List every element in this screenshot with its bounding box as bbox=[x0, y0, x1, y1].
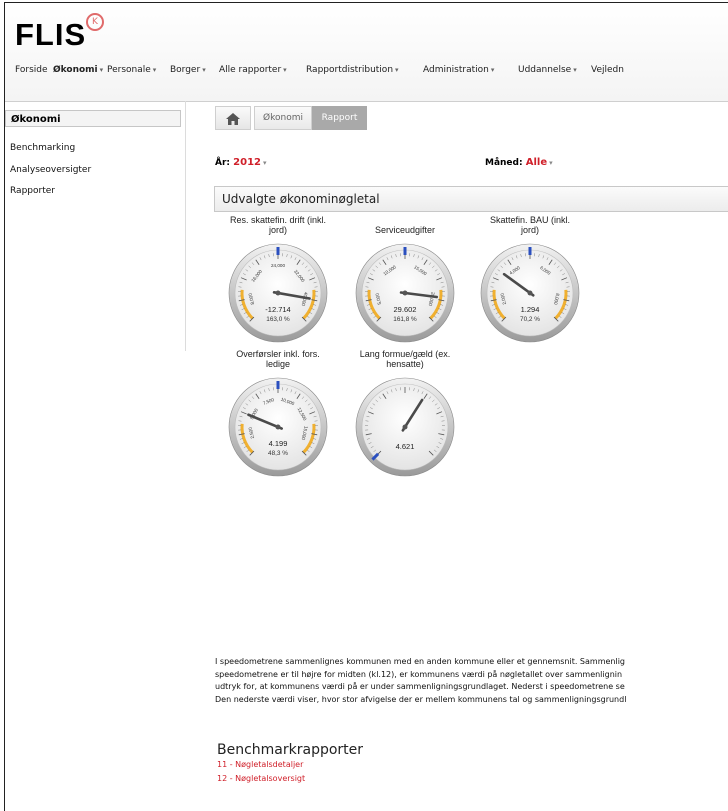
gauge-value: 4.621 bbox=[396, 442, 415, 451]
gauge-title-line: jord) bbox=[213, 225, 343, 235]
chevron-down-icon: ▾ bbox=[549, 159, 553, 167]
chevron-down-icon: ▾ bbox=[491, 66, 495, 74]
month-filter-value[interactable]: Alle bbox=[526, 157, 547, 168]
gauge-hub bbox=[403, 425, 408, 430]
chevron-down-icon: ▾ bbox=[153, 66, 157, 74]
nav-item-okonomi[interactable]: Økonomi▾ bbox=[53, 65, 103, 75]
nav-item-rapportdistribution[interactable]: Rapportdistribution▾ bbox=[306, 65, 399, 75]
year-filter-value[interactable]: 2012 bbox=[233, 157, 261, 168]
description-line: I speedometrene sammenlignes kommunen me… bbox=[215, 656, 728, 669]
gauge: Res. skattefin. drift (inkl.jord) 8,00016… bbox=[213, 215, 343, 365]
gauge-hub bbox=[276, 291, 281, 296]
description-text: I speedometrene sammenlignes kommunen me… bbox=[215, 656, 728, 706]
chevron-down-icon: ▾ bbox=[100, 66, 104, 74]
description-line: udtryk for, at kommunens værdi på er und… bbox=[215, 681, 728, 694]
gauge-dial: 4.621 bbox=[355, 377, 455, 477]
nav-item-personale[interactable]: Personale▾ bbox=[107, 65, 156, 75]
gauge-title-line: Lang formue/gæld (ex. bbox=[340, 349, 470, 359]
gauge-title-line: hensatte) bbox=[340, 359, 470, 369]
gauge-title: Overførsler inkl. fors.ledige bbox=[213, 349, 343, 369]
gauge-value: -12.714 bbox=[265, 305, 290, 314]
breadcrumb-home[interactable] bbox=[215, 106, 251, 130]
gauge-title-line: Skattefin. BAU (inkl. bbox=[465, 215, 595, 225]
nav-item-vejledning[interactable]: Vejledn bbox=[591, 65, 624, 75]
chevron-down-icon: ▾ bbox=[395, 66, 399, 74]
sidebar-item-rapporter[interactable]: Rapporter bbox=[10, 186, 55, 196]
gauge-hub bbox=[276, 425, 281, 430]
gauge-title-line: Res. skattefin. drift (inkl. bbox=[213, 215, 343, 225]
logo-mark-icon: K bbox=[86, 13, 104, 31]
description-line: speedometrene er til højre for midten (k… bbox=[215, 669, 728, 682]
benchmark-title: Benchmarkrapporter bbox=[217, 742, 363, 758]
panel-title: Udvalgte økonominøgletal bbox=[222, 192, 380, 206]
breadcrumb-item-rapport[interactable]: Rapport bbox=[312, 106, 367, 130]
month-filter-label: Måned: bbox=[485, 158, 523, 168]
gauge-value: 4.199 bbox=[269, 439, 288, 448]
benchmark-link-nogletalsdetaljer[interactable]: 11 - Nøgletalsdetaljer bbox=[217, 760, 303, 769]
nav-item-alle-rapporter[interactable]: Alle rapporter▾ bbox=[219, 65, 287, 75]
gauge-dial: 5,00010,00015,00020,00029.602161,8 % bbox=[355, 243, 455, 343]
gauge-title: Skattefin. BAU (inkl.jord) bbox=[465, 215, 595, 235]
description-line: Den nederste værdi viser, hvor stor afvi… bbox=[215, 694, 728, 707]
gauge-title-line: jord) bbox=[465, 225, 595, 235]
gauge-title: Serviceudgifter bbox=[340, 225, 470, 235]
nav-item-borger[interactable]: Borger▾ bbox=[170, 65, 206, 75]
gauge-value: 1.294 bbox=[521, 305, 540, 314]
top-header: FLIS K Forside Økonomi▾ Personale▾ Borge… bbox=[5, 3, 728, 102]
gauge-dial: 8,00016,00024,00032,00040,000-12.714163,… bbox=[228, 243, 328, 343]
gauge-value: 29.602 bbox=[394, 305, 417, 314]
nav-item-uddannelse[interactable]: Uddannelse▾ bbox=[518, 65, 577, 75]
year-filter-label: År: bbox=[215, 158, 230, 168]
gauge-title: Lang formue/gæld (ex.hensatte) bbox=[340, 349, 470, 369]
year-filter[interactable]: År: 2012▾ bbox=[215, 157, 267, 168]
logo[interactable]: FLIS bbox=[15, 17, 86, 53]
gauge-percent: 163,0 % bbox=[266, 316, 290, 323]
gauge-title-line: Overførsler inkl. fors. bbox=[213, 349, 343, 359]
gauge: Overførsler inkl. fors.ledige 2,5005,0007… bbox=[213, 349, 343, 499]
month-filter[interactable]: Måned: Alle▾ bbox=[485, 157, 553, 168]
gauge: Skattefin. BAU (inkl.jord)2,0004,0006,00… bbox=[465, 215, 595, 365]
sidebar-item-analyseoversigter[interactable]: Analyseoversigter bbox=[10, 165, 91, 175]
gauge-title: Res. skattefin. drift (inkl.jord) bbox=[213, 215, 343, 235]
gauge-title-line: ledige bbox=[213, 359, 343, 369]
home-icon bbox=[226, 113, 240, 125]
sidebar-title: Økonomi bbox=[5, 110, 181, 127]
gauge-percent: 70,2 % bbox=[520, 316, 540, 323]
sidebar: Økonomi Benchmarking Analyseoversigter R… bbox=[5, 101, 186, 351]
benchmark-link-nogletalsoversigt[interactable]: 12 - Nøgletalsoversigt bbox=[217, 774, 305, 783]
panel-header: Udvalgte økonominøgletal bbox=[214, 186, 728, 212]
gauge-dial: 2,0004,0006,0008,0001.29470,2 % bbox=[480, 243, 580, 343]
gauge: Lang formue/gæld (ex.hensatte) 4.621 bbox=[340, 349, 470, 499]
breadcrumb-item-okonomi[interactable]: Økonomi bbox=[254, 106, 312, 130]
gauge: Serviceudgifter5,00010,00015,00020,00029… bbox=[340, 215, 470, 365]
chevron-down-icon: ▾ bbox=[283, 66, 287, 74]
chevron-down-icon: ▾ bbox=[573, 66, 577, 74]
gauge-tick-label: 24,000 bbox=[271, 263, 285, 268]
gauge-title-line: Serviceudgifter bbox=[340, 225, 470, 235]
gauge-hub bbox=[528, 291, 533, 296]
gauge-percent: 48,3 % bbox=[268, 450, 288, 457]
gauge-dial: 2,5005,0007,50010,00012,50015,0004.19948… bbox=[228, 377, 328, 477]
sidebar-item-benchmarking[interactable]: Benchmarking bbox=[10, 143, 75, 153]
chevron-down-icon: ▾ bbox=[263, 159, 267, 167]
chevron-down-icon: ▾ bbox=[202, 66, 206, 74]
app-window: FLIS K Forside Økonomi▾ Personale▾ Borge… bbox=[4, 2, 728, 811]
nav-item-forside[interactable]: Forside bbox=[15, 65, 48, 75]
nav-item-administration[interactable]: Administration▾ bbox=[423, 65, 494, 75]
gauge-hub bbox=[403, 291, 408, 296]
gauge-percent: 161,8 % bbox=[393, 316, 417, 323]
